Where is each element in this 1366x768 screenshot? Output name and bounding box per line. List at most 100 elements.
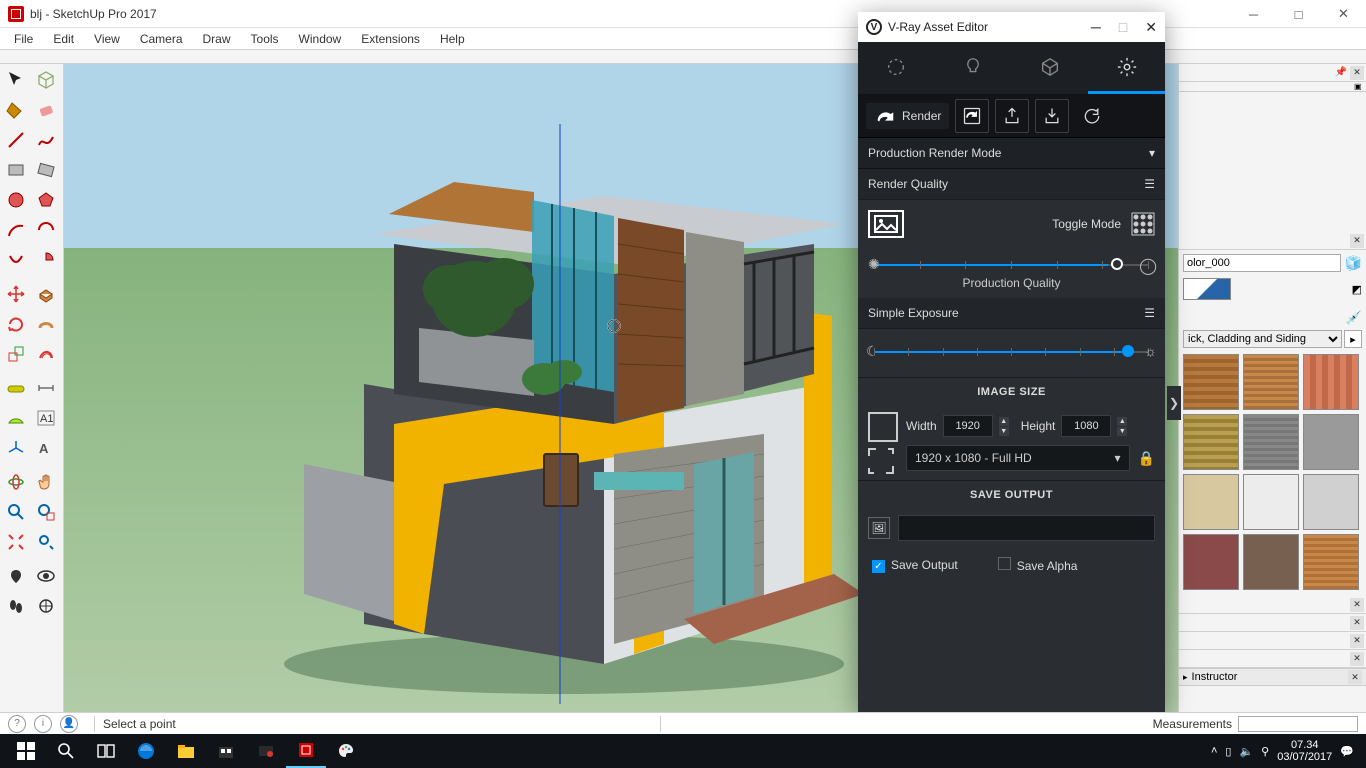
pie-tool[interactable]	[32, 246, 60, 274]
taskbar-recorder[interactable]	[246, 734, 286, 768]
vray-tab-materials[interactable]	[858, 42, 935, 94]
vray-reset-button[interactable]	[1075, 99, 1109, 133]
panel-close-icon-5[interactable]: ✕	[1350, 634, 1364, 648]
two-point-arc-tool[interactable]	[32, 216, 60, 244]
spin-down[interactable]: ▼	[1117, 427, 1127, 436]
protractor-tool[interactable]	[2, 404, 30, 432]
measurements-input[interactable]	[1238, 716, 1358, 732]
follow-me-tool[interactable]	[32, 310, 60, 338]
eraser-tool[interactable]	[32, 96, 60, 124]
search-button[interactable]	[46, 734, 86, 768]
vray-render-button[interactable]: Render	[866, 103, 949, 129]
panel-close-icon-4[interactable]: ✕	[1350, 616, 1364, 630]
material-name-input[interactable]	[1183, 254, 1341, 272]
scale-tool[interactable]	[2, 340, 30, 368]
panel-close-icon-6[interactable]: ✕	[1350, 652, 1364, 666]
taskbar-clock[interactable]: 07.34 03/07/2017	[1277, 739, 1332, 763]
file-image-icon[interactable]: 🖼	[868, 517, 890, 539]
lock-icon[interactable]: 🔒	[1138, 450, 1155, 467]
previous-view-tool[interactable]	[32, 528, 60, 556]
rectangle-tool[interactable]	[2, 156, 30, 184]
aspect-crop-icon[interactable]	[868, 448, 894, 474]
menu-extensions[interactable]: Extensions	[351, 30, 430, 48]
sliders-icon[interactable]: ☰	[1144, 177, 1155, 191]
line-tool[interactable]	[2, 126, 30, 154]
rotated-rect-tool[interactable]	[32, 156, 60, 184]
menu-tools[interactable]: Tools	[241, 30, 289, 48]
taskbar-sketchup[interactable]	[286, 734, 326, 768]
3d-text-tool[interactable]: A	[32, 434, 60, 462]
back-face-icon[interactable]: ◩	[1352, 283, 1362, 296]
close-button[interactable]: ✕	[1321, 0, 1366, 28]
material-category-select[interactable]: ick, Cladding and Siding	[1183, 330, 1342, 348]
material-swatch-item[interactable]	[1303, 474, 1359, 530]
create-material-icon[interactable]: 🧊	[1345, 255, 1362, 272]
material-swatch-item[interactable]	[1243, 354, 1299, 410]
zoom-window-tool[interactable]	[32, 498, 60, 526]
tray-wifi-icon[interactable]: ⚲	[1261, 745, 1269, 758]
grid-icon[interactable]	[1131, 212, 1155, 236]
vray-tab-geometry[interactable]	[1012, 42, 1089, 94]
vray-maximize-button[interactable]: □	[1119, 19, 1127, 36]
material-swatch-item[interactable]	[1183, 354, 1239, 410]
spin-down[interactable]: ▼	[999, 427, 1009, 436]
vray-titlebar[interactable]: V V-Ray Asset Editor ─ □ ✕	[858, 12, 1165, 42]
select-tool[interactable]	[2, 66, 30, 94]
panel-close-icon[interactable]: ✕	[1350, 66, 1364, 80]
circle-tool[interactable]	[2, 186, 30, 214]
vray-minimize-button[interactable]: ─	[1091, 19, 1101, 36]
offset-tool[interactable]	[32, 340, 60, 368]
material-swatch-item[interactable]	[1243, 534, 1299, 590]
menu-camera[interactable]: Camera	[130, 30, 193, 48]
eyedropper-icon[interactable]: 💉	[1346, 310, 1362, 326]
panel-close-icon-2[interactable]: ✕	[1350, 234, 1364, 248]
material-swatch-item[interactable]	[1303, 414, 1359, 470]
paint-bucket-tool[interactable]	[2, 96, 30, 124]
spin-up[interactable]: ▲	[1117, 417, 1127, 426]
zoom-tool[interactable]	[2, 498, 30, 526]
material-swatch-item[interactable]	[1183, 534, 1239, 590]
vray-tab-settings[interactable]	[1088, 42, 1165, 94]
exposure-slider[interactable]: ☾ ☼	[874, 351, 1149, 353]
render-quality-header[interactable]: Render Quality ☰	[858, 169, 1165, 200]
menu-draw[interactable]: Draw	[193, 30, 241, 48]
notifications-icon[interactable]: 💬	[1340, 745, 1354, 758]
walk-tool[interactable]	[2, 592, 30, 620]
render-mode-dropdown[interactable]: Production Render Mode ▾	[858, 138, 1165, 169]
menu-view[interactable]: View	[84, 30, 130, 48]
vray-interactive-render-button[interactable]	[955, 99, 989, 133]
taskbar-paint[interactable]	[326, 734, 366, 768]
vray-tab-lights[interactable]	[935, 42, 1012, 94]
rotate-tool[interactable]	[2, 310, 30, 338]
arc-tool[interactable]	[2, 216, 30, 244]
material-swatch-item[interactable]	[1243, 414, 1299, 470]
image-preview-icon[interactable]	[868, 210, 904, 238]
three-point-arc-tool[interactable]	[2, 246, 30, 274]
material-swatch-item[interactable]	[1183, 474, 1239, 530]
help-icon[interactable]: ?	[8, 715, 26, 733]
vray-close-button[interactable]: ✕	[1145, 19, 1157, 36]
position-camera-tool[interactable]	[2, 562, 30, 590]
sliders-icon[interactable]: ☰	[1144, 306, 1155, 320]
height-input[interactable]	[1061, 415, 1111, 437]
width-input[interactable]	[943, 415, 993, 437]
taskbar-edge[interactable]	[126, 734, 166, 768]
pan-tool[interactable]	[32, 468, 60, 496]
taskbar-explorer[interactable]	[166, 734, 206, 768]
spin-up[interactable]: ▲	[999, 417, 1009, 426]
menu-edit[interactable]: Edit	[43, 30, 84, 48]
look-around-tool[interactable]	[32, 562, 60, 590]
material-swatch[interactable]	[1183, 278, 1231, 300]
material-swatch-item[interactable]	[1303, 534, 1359, 590]
info-icon[interactable]: i	[34, 715, 52, 733]
menu-help[interactable]: Help	[430, 30, 475, 48]
pin-icon[interactable]: 📌	[1334, 66, 1348, 80]
panel-mini-close-icon[interactable]: ▣	[1354, 82, 1366, 92]
vray-expand-arrow[interactable]: ❯	[1167, 386, 1181, 420]
panel-instructor-header[interactable]: ▸Instructor✕	[1179, 668, 1366, 686]
minimize-button[interactable]: ─	[1231, 0, 1276, 28]
menu-file[interactable]: File	[4, 30, 43, 48]
tray-chevron-icon[interactable]: ˄	[1211, 745, 1217, 757]
orbit-tool[interactable]	[2, 468, 30, 496]
zoom-extents-tool[interactable]	[2, 528, 30, 556]
